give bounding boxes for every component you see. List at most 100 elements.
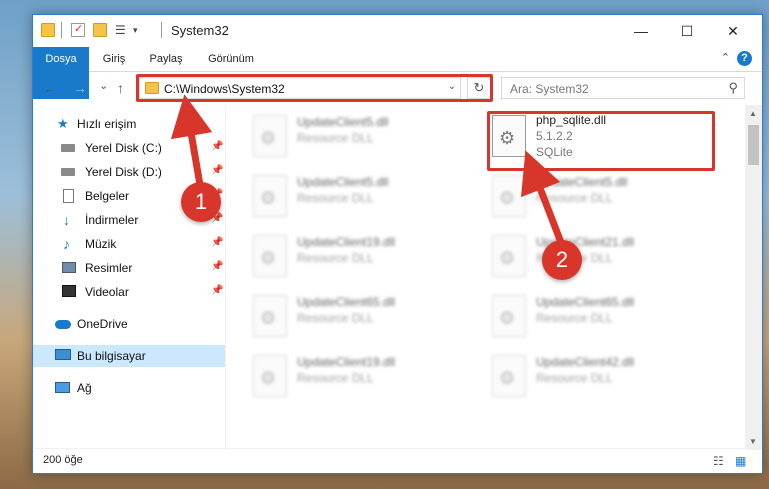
scrollbar-thumb[interactable] bbox=[748, 125, 759, 165]
sidebar-item-quick-access[interactable]: ★ Hızlı erişim bbox=[33, 113, 225, 135]
scroll-up-icon[interactable]: ▲ bbox=[749, 109, 757, 118]
back-button[interactable]: ← bbox=[43, 80, 57, 96]
sidebar-item-label: Videolar bbox=[85, 285, 129, 299]
pin-icon[interactable]: 📌 bbox=[211, 285, 223, 296]
dll-file-icon: ⚙ bbox=[492, 175, 526, 217]
collapse-ribbon-icon[interactable]: ⌃ bbox=[721, 51, 730, 64]
window-title: System32 bbox=[171, 23, 229, 38]
sidebar-item-videos[interactable]: Videolar 📌 bbox=[33, 281, 225, 303]
explorer-window: ✓ ☰ ▾ System32 — ☐ ✕ Dosya Giriş Paylaş … bbox=[32, 14, 763, 474]
document-icon bbox=[63, 189, 74, 203]
file-item[interactable]: ⚙ UpdateClient5.dll Resource DLL bbox=[249, 171, 479, 223]
properties-icon[interactable]: ✓ bbox=[71, 23, 85, 37]
quick-access-dropdown-icon[interactable]: ▾ bbox=[133, 23, 147, 37]
file-highlight-box bbox=[487, 111, 715, 171]
up-button[interactable]: ↑ bbox=[117, 80, 124, 96]
file-type: Resource DLL bbox=[536, 311, 613, 325]
callout-badge-1: 1 bbox=[181, 182, 221, 222]
scroll-down-icon[interactable]: ▼ bbox=[749, 437, 757, 446]
file-name: UpdateClient5.dll bbox=[297, 115, 389, 129]
file-type: Resource DLL bbox=[297, 131, 374, 145]
minimize-button[interactable]: — bbox=[618, 15, 664, 47]
sidebar-item-pictures[interactable]: Resimler 📌 bbox=[33, 257, 225, 279]
dll-file-icon: ⚙ bbox=[253, 175, 287, 217]
pin-icon[interactable]: 📌 bbox=[211, 141, 223, 152]
close-button[interactable]: ✕ bbox=[710, 15, 756, 47]
file-list: ⚙ UpdateClient5.dll Resource DLL ⚙ Updat… bbox=[233, 111, 743, 449]
search-box[interactable]: Ara: System32 ⚲ bbox=[501, 77, 745, 99]
video-icon bbox=[62, 285, 76, 297]
ribbon-tabs: Dosya Giriş Paylaş Görünüm ⌃ ? bbox=[33, 47, 762, 99]
sidebar-item-onedrive[interactable]: OneDrive bbox=[33, 313, 225, 335]
file-name: UpdateClient5.dll bbox=[536, 175, 628, 189]
large-icons-view-icon[interactable]: ▦ bbox=[735, 454, 746, 468]
file-item[interactable]: ⚙ UpdateClient19.dll Resource DLL bbox=[249, 231, 479, 283]
file-type: Resource DLL bbox=[297, 251, 374, 265]
file-name: UpdateClient19.dll bbox=[297, 235, 396, 249]
file-type: Resource DLL bbox=[536, 191, 613, 205]
search-input[interactable]: Ara: System32 bbox=[510, 82, 589, 96]
help-icon[interactable]: ? bbox=[737, 51, 752, 66]
file-item[interactable]: ⚙ UpdateClient5.dll Resource DLL bbox=[249, 111, 479, 163]
music-icon: ♪ bbox=[63, 236, 70, 252]
file-name: UpdateClient19.dll bbox=[297, 355, 396, 369]
sidebar-item-local-disk-d[interactable]: Yerel Disk (D:) 📌 bbox=[33, 161, 225, 183]
recent-locations-button[interactable]: ⌄ bbox=[99, 79, 108, 92]
tab-home[interactable]: Giriş bbox=[89, 47, 139, 71]
sidebar-item-label: Yerel Disk (D:) bbox=[85, 165, 162, 179]
tab-share[interactable]: Paylaş bbox=[141, 47, 191, 71]
file-item[interactable]: ⚙ UpdateClient19.dll Resource DLL bbox=[249, 351, 479, 403]
file-item[interactable]: ⚙ UpdateClient42.dll Resource DLL bbox=[488, 351, 718, 403]
sidebar-item-label: Müzik bbox=[85, 237, 117, 251]
file-item[interactable]: ⚙ UpdateClient21.dll Resource DLL bbox=[488, 231, 718, 283]
dll-file-icon: ⚙ bbox=[253, 355, 287, 397]
pin-icon[interactable]: 📌 bbox=[211, 165, 223, 176]
pin-icon[interactable]: 📌 bbox=[211, 261, 223, 272]
dll-file-icon: ⚙ bbox=[492, 295, 526, 337]
navigation-pane: ★ Hızlı erişim Yerel Disk (C:) 📌 Yerel D… bbox=[33, 105, 225, 450]
dll-file-icon: ⚙ bbox=[253, 235, 287, 277]
file-type: Resource DLL bbox=[297, 191, 374, 205]
sidebar-item-network[interactable]: Ağ bbox=[33, 377, 225, 399]
new-folder-icon[interactable] bbox=[93, 23, 107, 37]
pane-divider bbox=[225, 105, 226, 450]
dll-file-icon: ⚙ bbox=[253, 295, 287, 337]
vertical-scrollbar[interactable]: ▲ ▼ bbox=[745, 105, 762, 450]
sidebar-item-music[interactable]: ♪ Müzik 📌 bbox=[33, 233, 225, 255]
sidebar-item-label: İndirmeler bbox=[85, 213, 139, 227]
sidebar-item-label: OneDrive bbox=[77, 317, 128, 331]
computer-icon bbox=[55, 349, 71, 360]
title-bar: ✓ ☰ ▾ System32 — ☐ ✕ bbox=[33, 15, 762, 47]
address-highlight-box bbox=[136, 74, 493, 102]
divider bbox=[61, 22, 62, 38]
sidebar-item-label: Belgeler bbox=[85, 189, 130, 203]
status-bar: 200 öğe ☷ ▦ bbox=[33, 448, 762, 473]
sidebar-item-label: Resimler bbox=[85, 261, 133, 275]
sidebar-item-this-pc[interactable]: Bu bilgisayar bbox=[33, 345, 225, 367]
download-icon: ↓ bbox=[63, 212, 70, 228]
file-name: UpdateClient5.dll bbox=[297, 175, 389, 189]
folder-icon bbox=[41, 23, 55, 37]
divider bbox=[161, 22, 162, 38]
picture-icon bbox=[62, 262, 76, 273]
view-options-icon[interactable]: ☰ bbox=[115, 23, 129, 37]
details-view-icon[interactable]: ☷ bbox=[713, 454, 724, 468]
dll-file-icon: ⚙ bbox=[253, 115, 287, 157]
file-name: UpdateClient42.dll bbox=[536, 355, 635, 369]
file-item[interactable]: ⚙ UpdateClient5.dll Resource DLL bbox=[488, 171, 718, 223]
file-item[interactable]: ⚙ UpdateClient65.dll Resource DLL bbox=[249, 291, 479, 343]
sidebar-item-local-disk-c[interactable]: Yerel Disk (C:) 📌 bbox=[33, 137, 225, 159]
forward-button[interactable]: → bbox=[73, 80, 87, 96]
file-item[interactable]: ⚙ UpdateClient65.dll Resource DLL bbox=[488, 291, 718, 343]
sidebar-item-label: Hızlı erişim bbox=[77, 117, 137, 131]
file-type: Resource DLL bbox=[297, 311, 374, 325]
file-type: Resource DLL bbox=[536, 371, 613, 385]
sidebar-item-label: Ağ bbox=[77, 381, 92, 395]
dll-file-icon: ⚙ bbox=[492, 355, 526, 397]
star-icon: ★ bbox=[57, 116, 69, 131]
cloud-icon bbox=[55, 320, 71, 329]
tab-view[interactable]: Görünüm bbox=[199, 47, 263, 71]
maximize-button[interactable]: ☐ bbox=[664, 15, 710, 47]
pin-icon[interactable]: 📌 bbox=[211, 237, 223, 248]
drive-icon bbox=[61, 168, 75, 176]
